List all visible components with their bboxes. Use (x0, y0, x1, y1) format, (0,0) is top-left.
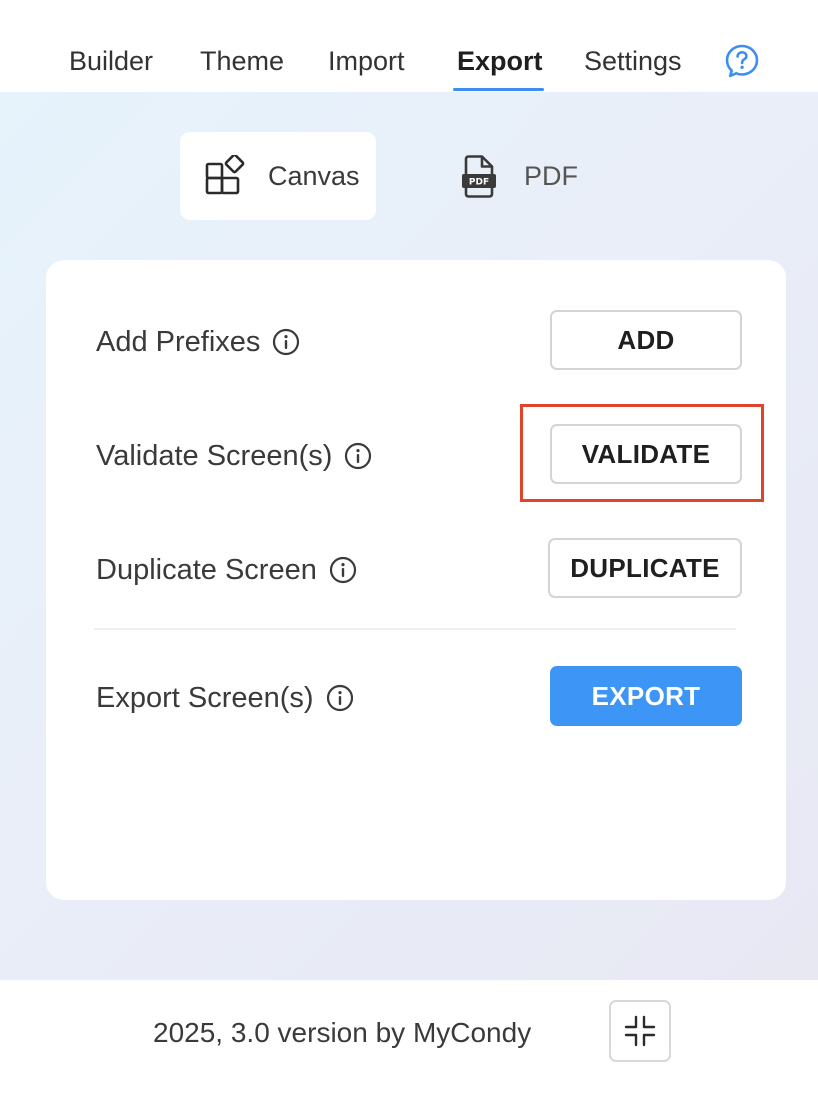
info-icon[interactable] (272, 328, 300, 356)
validate-screens-row: Validate Screen(s) (96, 438, 372, 474)
add-button[interactable]: ADD (550, 310, 742, 370)
footer: 2025, 3.0 version by MyCondy (0, 980, 818, 1094)
export-screens-row: Export Screen(s) (96, 680, 354, 716)
canvas-mode-button[interactable]: Canvas (180, 132, 376, 220)
help-button[interactable] (724, 43, 760, 79)
duplicate-screen-label: Duplicate Screen (96, 554, 317, 586)
pdf-mode-label: PDF (524, 160, 578, 191)
section-divider (94, 628, 736, 630)
validate-screens-label: Validate Screen(s) (96, 440, 333, 472)
pdf-file-icon: PDF (462, 155, 496, 198)
canvas-mode-label: Canvas (268, 160, 360, 191)
info-icon[interactable] (326, 684, 354, 712)
tab-settings[interactable]: Settings (584, 44, 682, 78)
tab-export[interactable]: Export (457, 44, 543, 78)
active-tab-indicator (453, 88, 544, 91)
question-circle-icon (725, 44, 759, 78)
tab-theme[interactable]: Theme (200, 44, 284, 78)
add-prefixes-row: Add Prefixes (96, 324, 300, 360)
tab-builder[interactable]: Builder (69, 44, 153, 78)
canvas-icon (205, 155, 245, 195)
top-navigation: Builder Theme Import Export Settings (0, 0, 818, 92)
version-text: 2025, 3.0 version by MyCondy (153, 1017, 532, 1048)
info-icon[interactable] (329, 556, 357, 584)
add-prefixes-label: Add Prefixes (96, 326, 261, 358)
duplicate-screen-row: Duplicate Screen (96, 552, 357, 588)
export-panel: Canvas PDF PDF Add Prefixes ADD Validate… (0, 92, 818, 980)
export-button[interactable]: EXPORT (550, 666, 742, 726)
collapse-button[interactable] (609, 1000, 671, 1062)
duplicate-button[interactable]: DUPLICATE (548, 538, 742, 598)
collapse-icon (624, 1015, 656, 1047)
export-screens-label: Export Screen(s) (96, 682, 314, 714)
pdf-mode-button[interactable]: PDF PDF (440, 132, 600, 220)
highlight-box (520, 404, 764, 502)
tab-import[interactable]: Import (328, 44, 405, 78)
svg-text:PDF: PDF (469, 178, 489, 188)
info-icon[interactable] (344, 442, 372, 470)
export-actions-card: Add Prefixes ADD Validate Screen(s) VALI… (46, 260, 786, 900)
